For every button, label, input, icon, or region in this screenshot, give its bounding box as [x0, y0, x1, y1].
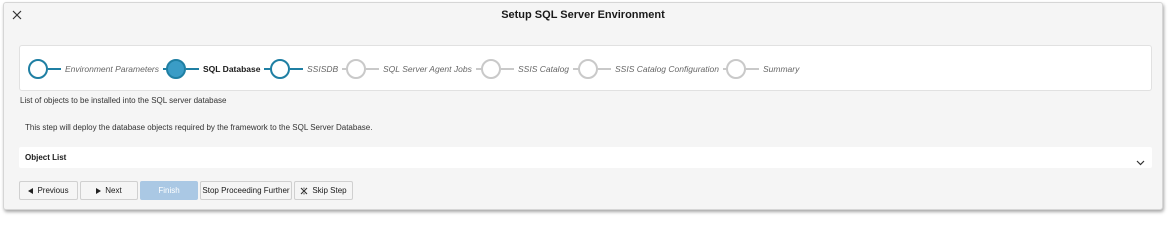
wizard-stepper: Environment Parameters SQL Database SSIS…	[19, 45, 1152, 91]
stop-proceeding-button[interactable]: Stop Proceeding Further	[200, 181, 292, 200]
step-ssisdb[interactable]: SSISDB	[270, 46, 356, 92]
step-label: SQL Server Agent Jobs	[383, 64, 472, 74]
object-list-label: Object List	[25, 153, 67, 162]
skip-step-button[interactable]: Skip Step	[294, 181, 353, 200]
step-sql-server-agent-jobs[interactable]: SQL Server Agent Jobs	[346, 46, 489, 92]
step-circle-icon	[578, 59, 598, 79]
step-circle-icon	[270, 59, 290, 79]
triangle-right-icon	[96, 187, 102, 194]
chevron-down-icon	[1136, 153, 1145, 171]
dialog-title: Setup SQL Server Environment	[501, 9, 665, 21]
step-label: Environment Parameters	[65, 64, 160, 74]
step-circle-icon	[726, 59, 746, 79]
step-circle-icon	[166, 59, 186, 79]
step-label: SQL Database	[203, 64, 261, 74]
step-subtitle: List of objects to be installed into the…	[20, 96, 227, 105]
skip-icon	[300, 187, 308, 195]
step-ssis-catalog[interactable]: SSIS Catalog	[481, 46, 587, 92]
step-label: SSISDB	[307, 64, 339, 74]
triangle-left-icon	[28, 187, 34, 194]
step-circle-icon	[346, 59, 366, 79]
step-label: Summary	[763, 64, 800, 74]
previous-button[interactable]: Previous	[19, 181, 78, 200]
step-environment-parameters[interactable]: Environment Parameters	[28, 46, 177, 92]
step-circle-icon	[481, 59, 501, 79]
step-label: SSIS Catalog	[518, 64, 570, 74]
step-label: SSIS Catalog Configuration	[615, 64, 719, 74]
step-description: This step will deploy the database objec…	[25, 123, 373, 132]
step-sql-database[interactable]: SQL Database	[166, 46, 278, 92]
setup-dialog: Setup SQL Server Environment Environment…	[3, 2, 1163, 210]
next-button[interactable]: Next	[80, 181, 138, 200]
step-ssis-catalog-configuration[interactable]: SSIS Catalog Configuration	[578, 46, 736, 92]
object-list-accordion[interactable]: Object List	[19, 147, 1152, 168]
step-circle-icon	[28, 59, 48, 79]
step-summary[interactable]: Summary	[726, 46, 803, 92]
finish-button[interactable]: Finish	[140, 181, 198, 200]
